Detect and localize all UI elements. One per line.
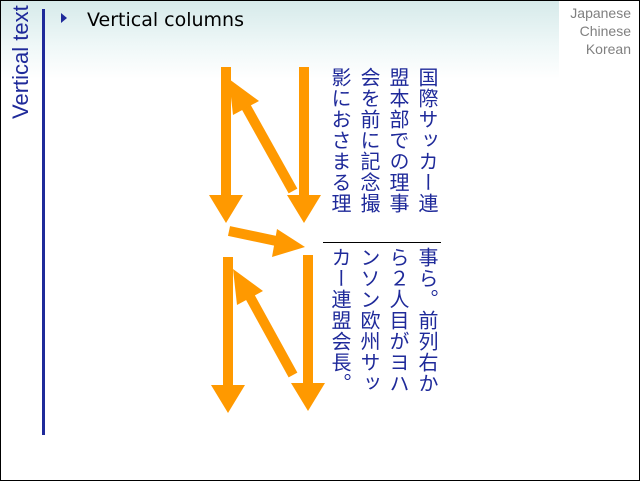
down-arrow-icon — [291, 255, 325, 411]
down-arrow-icon — [287, 67, 321, 223]
reading-order-arrows — [209, 67, 325, 413]
slide: Japanese Chinese Korean Vertical text Ve… — [0, 0, 640, 481]
vertical-text-column: 会を前に記念撮 — [357, 67, 381, 214]
vertical-text-column: カー連盟会長。 — [328, 247, 352, 394]
vertical-text-column: ンソン欧州サッ — [357, 247, 381, 394]
vertical-text-column: 事ら。前列右か — [415, 247, 439, 394]
vertical-text-column: 国際サッカー連 — [415, 67, 439, 214]
right-arrow-icon — [227, 226, 305, 257]
up-arrow-icon — [229, 79, 298, 194]
vertical-text-column: 影におさまる理 — [328, 67, 352, 214]
column-divider — [323, 242, 441, 243]
up-arrow-icon — [233, 269, 298, 378]
vertical-text-column: 盟本部での理事 — [386, 67, 410, 214]
vertical-text-column: ら２人目がヨハ — [386, 247, 410, 394]
